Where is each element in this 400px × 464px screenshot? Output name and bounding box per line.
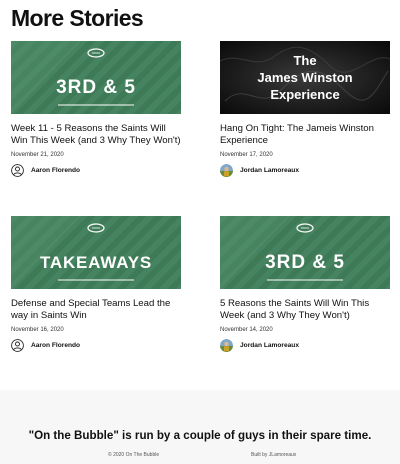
author-name[interactable]: Aaron Florendo — [31, 167, 80, 174]
story-title[interactable]: Hang On Tight: The Jameis Winston Experi… — [220, 123, 390, 147]
story-title[interactable]: Week 11 - 5 Reasons the Saints Will Win … — [11, 123, 181, 147]
avatar — [220, 163, 233, 177]
image-headline-line3: Experience — [270, 87, 339, 102]
story-thumbnail[interactable]: 3RD & 5 — [220, 216, 390, 289]
story-date: November 16, 2020 — [11, 327, 64, 333]
image-headline: 3RD & 5 — [265, 252, 345, 273]
story-card[interactable]: 3RD & 5 Week 11 - 5 Reasons the Saints W… — [11, 41, 181, 177]
user-icon — [11, 338, 24, 352]
author[interactable]: Aaron Florendo — [11, 163, 181, 177]
story-thumbnail[interactable]: The James Winston Experience — [220, 41, 390, 114]
story-title[interactable]: Defense and Special Teams Lead the way i… — [11, 298, 181, 322]
footer-tagline: "On the Bubble" is run by a couple of gu… — [28, 429, 372, 442]
site-footer: "On the Bubble" is run by a couple of gu… — [0, 390, 400, 464]
story-thumbnail[interactable]: TAKEAWAYS — [11, 216, 181, 289]
avatar — [220, 338, 233, 352]
image-headline: TAKEAWAYS — [40, 253, 152, 272]
section-title: More Stories — [11, 5, 144, 31]
author-name[interactable]: Jordan Lamoreaux — [240, 342, 299, 349]
footer-built-by[interactable]: Built by JLamoreaux — [251, 452, 296, 458]
user-icon — [11, 163, 24, 177]
story-thumbnail[interactable]: 3RD & 5 — [11, 41, 181, 114]
author[interactable]: Jordan Lamoreaux — [220, 338, 390, 352]
image-headline-line2: James Winston — [257, 70, 352, 85]
story-title[interactable]: 5 Reasons the Saints Will Win This Week … — [220, 298, 390, 322]
story-card[interactable]: The James Winston Experience Hang On Tig… — [220, 41, 390, 177]
image-headline: 3RD & 5 — [56, 77, 136, 98]
story-date: November 14, 2020 — [220, 327, 273, 333]
author[interactable]: Aaron Florendo — [11, 338, 181, 352]
footer-copyright: © 2020 On The Bubble — [108, 452, 160, 458]
author[interactable]: Jordan Lamoreaux — [220, 163, 390, 177]
author-name[interactable]: Jordan Lamoreaux — [240, 167, 299, 174]
author-name[interactable]: Aaron Florendo — [31, 342, 80, 349]
story-date: November 17, 2020 — [220, 152, 273, 158]
story-card[interactable]: 3RD & 5 5 Reasons the Saints Will Win Th… — [220, 216, 390, 352]
story-date: November 21, 2020 — [11, 152, 64, 158]
story-card[interactable]: TAKEAWAYS Defense and Special Teams Lead… — [11, 216, 181, 352]
image-headline-line1: The — [293, 53, 316, 68]
